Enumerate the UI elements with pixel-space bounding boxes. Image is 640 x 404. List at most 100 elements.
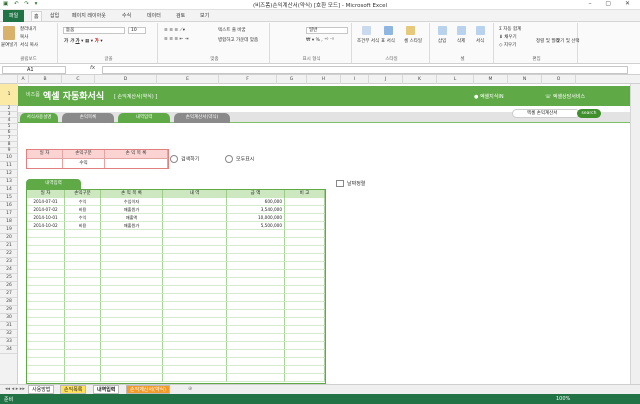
column-header[interactable]: O xyxy=(542,75,576,84)
paste-icon[interactable] xyxy=(3,26,15,40)
table-cell[interactable] xyxy=(163,374,227,382)
table-cell[interactable] xyxy=(163,310,227,318)
table-cell[interactable] xyxy=(227,286,285,294)
merge-center-button[interactable]: 병합하고 가운데 맞춤 xyxy=(218,37,258,43)
conditional-format-button[interactable]: 조건부 서식 xyxy=(357,38,379,44)
table-cell[interactable]: 2014-10-01 xyxy=(27,214,65,222)
table-cell[interactable] xyxy=(285,278,325,286)
format-cells-icon[interactable] xyxy=(476,26,485,35)
nav-pl-list[interactable]: 손익목록 xyxy=(62,113,114,123)
table-cell[interactable]: 매출원가 xyxy=(101,206,163,214)
row-header[interactable]: 12 xyxy=(0,170,18,178)
table-cell[interactable] xyxy=(163,326,227,334)
table-cell[interactable] xyxy=(227,318,285,326)
tab-page-layout[interactable]: 페이지 레이아웃 xyxy=(70,11,108,21)
tab-data[interactable]: 데이터 xyxy=(145,11,163,21)
table-cell[interactable] xyxy=(65,342,101,350)
tab-view[interactable]: 보기 xyxy=(198,11,211,21)
table-cell[interactable] xyxy=(27,366,65,374)
table-cell[interactable]: 비용 xyxy=(65,206,101,214)
row-header[interactable]: 25 xyxy=(0,274,18,282)
table-cell[interactable] xyxy=(65,238,101,246)
table-cell[interactable] xyxy=(27,350,65,358)
column-header[interactable]: A xyxy=(18,75,29,84)
table-cell[interactable] xyxy=(27,262,65,270)
table-cell[interactable] xyxy=(285,366,325,374)
table-cell[interactable] xyxy=(27,334,65,342)
table-cell[interactable] xyxy=(227,350,285,358)
table-cell[interactable] xyxy=(227,334,285,342)
table-cell[interactable] xyxy=(163,334,227,342)
row-header[interactable]: 18 xyxy=(0,218,18,226)
date-sort-button[interactable]: 날짜정렬 xyxy=(336,180,365,187)
table-cell[interactable] xyxy=(163,246,227,254)
table-cell[interactable] xyxy=(227,278,285,286)
table-cell[interactable] xyxy=(285,318,325,326)
table-cell[interactable] xyxy=(101,302,163,310)
table-cell[interactable] xyxy=(27,358,65,366)
table-cell[interactable] xyxy=(227,302,285,310)
table-cell[interactable] xyxy=(101,374,163,382)
table-cell[interactable] xyxy=(285,246,325,254)
table-cell[interactable] xyxy=(65,230,101,238)
table-cell[interactable] xyxy=(101,366,163,374)
table-cell[interactable] xyxy=(27,374,65,382)
column-header[interactable]: G xyxy=(277,75,307,84)
clear-button[interactable]: ◇ 지우기 xyxy=(499,42,516,48)
window-controls[interactable]: – ▢ ✕ xyxy=(588,0,636,7)
table-cell[interactable] xyxy=(285,334,325,342)
column-header[interactable]: F xyxy=(219,75,277,84)
table-cell[interactable] xyxy=(227,270,285,278)
bold-button[interactable]: 가 가 가 ▾ ▦ ▾ 가 ▾ xyxy=(64,38,103,44)
table-cell[interactable] xyxy=(65,318,101,326)
table-cell[interactable] xyxy=(65,294,101,302)
sheet-tab-entry[interactable]: 내역입력 xyxy=(93,385,120,394)
table-cell[interactable] xyxy=(27,238,65,246)
font-size-select[interactable]: 10 xyxy=(128,27,146,34)
table-cell[interactable] xyxy=(227,366,285,374)
table-cell[interactable] xyxy=(285,286,325,294)
column-header[interactable]: N xyxy=(508,75,542,84)
row-header[interactable]: 21 xyxy=(0,242,18,250)
table-cell[interactable] xyxy=(285,310,325,318)
table-cell[interactable] xyxy=(101,310,163,318)
table-cell[interactable] xyxy=(163,206,227,214)
table-cell[interactable] xyxy=(285,222,325,230)
table-cell[interactable] xyxy=(285,230,325,238)
table-cell[interactable] xyxy=(285,214,325,222)
table-cell[interactable] xyxy=(163,222,227,230)
table-cell[interactable] xyxy=(27,302,65,310)
table-cell[interactable] xyxy=(101,286,163,294)
table-cell[interactable]: 수익 xyxy=(65,214,101,222)
table-cell[interactable] xyxy=(227,342,285,350)
table-cell[interactable] xyxy=(163,366,227,374)
nav-entry[interactable]: 내역입력 xyxy=(118,113,170,123)
vertical-scrollbar[interactable] xyxy=(630,84,640,384)
delete-cells-icon[interactable] xyxy=(457,26,466,35)
table-cell[interactable] xyxy=(285,342,325,350)
row-header[interactable]: 14 xyxy=(0,186,18,194)
table-cell[interactable] xyxy=(27,278,65,286)
table-cell[interactable] xyxy=(101,246,163,254)
column-header[interactable]: C xyxy=(62,75,95,84)
table-cell[interactable] xyxy=(163,230,227,238)
table-cell[interactable] xyxy=(163,270,227,278)
table-cell[interactable] xyxy=(227,262,285,270)
insert-cells-button[interactable]: 삽입 xyxy=(438,38,446,44)
zoom-level[interactable]: 100% xyxy=(556,396,570,402)
autosum-button[interactable]: Σ 자동 합계 xyxy=(499,26,521,32)
table-cell[interactable] xyxy=(227,254,285,262)
table-cell[interactable] xyxy=(285,238,325,246)
align-buttons[interactable]: ≡ ≡ ≡ ⇤ ⇥ xyxy=(164,37,189,42)
table-cell[interactable] xyxy=(101,238,163,246)
table-cell[interactable]: 3,540,000 xyxy=(227,206,285,214)
table-cell[interactable] xyxy=(27,310,65,318)
table-cell[interactable] xyxy=(65,310,101,318)
table-cell[interactable] xyxy=(101,318,163,326)
table-cell[interactable] xyxy=(285,358,325,366)
table-cell[interactable] xyxy=(285,374,325,382)
insert-cells-icon[interactable] xyxy=(438,26,447,35)
sheet-tab-income-statement[interactable]: 손익계산서(약식) xyxy=(126,385,171,394)
formula-input[interactable] xyxy=(102,66,628,74)
criteria-type-cell[interactable]: 수익 xyxy=(63,158,105,168)
